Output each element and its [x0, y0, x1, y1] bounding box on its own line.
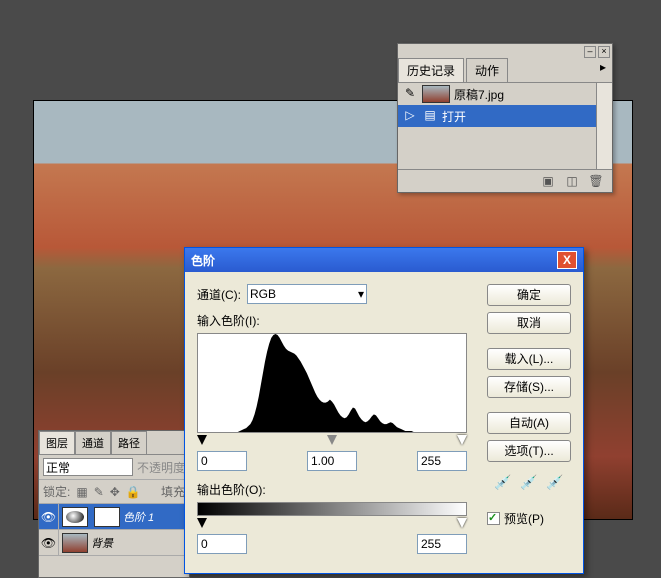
brush-icon: ✎: [402, 86, 418, 102]
snapshot-thumb: [422, 85, 450, 103]
blend-mode-select[interactable]: 正常: [43, 458, 133, 476]
channel-select[interactable]: RGB: [247, 284, 367, 304]
load-button[interactable]: 载入(L)...: [487, 348, 571, 370]
adjustment-thumb: [62, 507, 88, 527]
input-levels-label: 输入色阶(I):: [197, 312, 475, 329]
opacity-label: 不透明度: [137, 459, 185, 476]
layer-row-adjustment[interactable]: 👁 色阶 1: [39, 504, 189, 530]
eyedropper-gray-icon[interactable]: 💉: [519, 474, 539, 494]
dialog-title: 色阶: [191, 252, 215, 269]
tab-actions[interactable]: 动作: [466, 58, 508, 82]
input-gamma-field[interactable]: [307, 451, 357, 471]
preview-label: 预览(P): [504, 510, 544, 527]
auto-button[interactable]: 自动(A): [487, 412, 571, 434]
tab-history[interactable]: 历史记录: [398, 58, 464, 82]
output-black-slider[interactable]: [197, 518, 207, 528]
mask-thumb: [94, 507, 120, 527]
eyedropper-white-icon[interactable]: 💉: [545, 474, 565, 494]
scrollbar[interactable]: [596, 83, 612, 169]
cancel-button[interactable]: 取消: [487, 312, 571, 334]
lock-transparent-icon[interactable]: ▦: [76, 485, 87, 499]
levels-dialog: 色阶 X 通道(C): RGB 输入色阶(I):: [184, 247, 584, 574]
layer-thumb: [62, 533, 88, 553]
input-white-field[interactable]: [417, 451, 467, 471]
close-button[interactable]: X: [557, 251, 577, 269]
state-marker-icon: ▷: [402, 108, 418, 124]
save-button[interactable]: 存储(S)...: [487, 376, 571, 398]
layer-row-background[interactable]: 👁 背景: [39, 530, 189, 556]
input-black-field[interactable]: [197, 451, 247, 471]
dialog-titlebar[interactable]: 色阶 X: [185, 248, 583, 272]
input-gamma-slider[interactable]: [327, 435, 337, 445]
snapshot-name: 原稿7.jpg: [454, 86, 504, 103]
panel-menu-icon[interactable]: ▸: [594, 58, 612, 82]
histogram: [197, 333, 467, 433]
fill-label: 填充: [161, 483, 185, 500]
tab-layers[interactable]: 图层: [39, 431, 75, 454]
ok-button[interactable]: 确定: [487, 284, 571, 306]
preview-checkbox[interactable]: [487, 512, 500, 525]
output-white-slider[interactable]: [457, 518, 467, 528]
lock-all-icon[interactable]: 🔒: [126, 485, 141, 499]
output-black-field[interactable]: [197, 534, 247, 554]
panel-minimize-icon[interactable]: –: [584, 46, 596, 58]
layers-panel: 图层 通道 路径 正常 不透明度 锁定: ▦ ✎ ✥ 🔒 填充 👁 色阶 1 👁…: [38, 430, 190, 578]
new-snapshot-icon[interactable]: ▣: [540, 174, 556, 188]
new-document-icon[interactable]: ◫: [564, 174, 580, 188]
history-snapshot-row[interactable]: ✎ 原稿7.jpg: [398, 83, 612, 105]
state-name: 打开: [442, 108, 466, 125]
options-button[interactable]: 选项(T)...: [487, 440, 571, 462]
trash-icon[interactable]: 🗑: [588, 174, 604, 188]
tab-channels[interactable]: 通道: [75, 431, 111, 454]
tab-paths[interactable]: 路径: [111, 431, 147, 454]
lock-position-icon[interactable]: ✥: [110, 485, 120, 499]
history-panel: – × 历史记录 动作 ▸ ✎ 原稿7.jpg ▷ ▤ 打开 ▣ ◫ 🗑: [397, 43, 613, 193]
input-black-slider[interactable]: [197, 435, 207, 445]
visibility-icon[interactable]: 👁: [39, 530, 59, 555]
input-white-slider[interactable]: [457, 435, 467, 445]
output-gradient: [197, 502, 467, 516]
history-state-row[interactable]: ▷ ▤ 打开: [398, 105, 612, 127]
output-slider-track: [197, 518, 467, 530]
output-levels-label: 输出色阶(O):: [197, 481, 475, 498]
output-white-field[interactable]: [417, 534, 467, 554]
channel-label: 通道(C):: [197, 286, 241, 303]
visibility-icon[interactable]: 👁: [39, 504, 59, 529]
document-icon: ▤: [422, 108, 438, 124]
eyedropper-black-icon[interactable]: 💉: [493, 474, 513, 494]
lock-label: 锁定:: [43, 483, 70, 500]
panel-close-icon[interactable]: ×: [598, 46, 610, 58]
input-slider-track: [197, 435, 467, 447]
layer-name: 背景: [91, 535, 113, 551]
layer-name: 色阶 1: [123, 509, 154, 525]
lock-pixels-icon[interactable]: ✎: [94, 485, 104, 499]
